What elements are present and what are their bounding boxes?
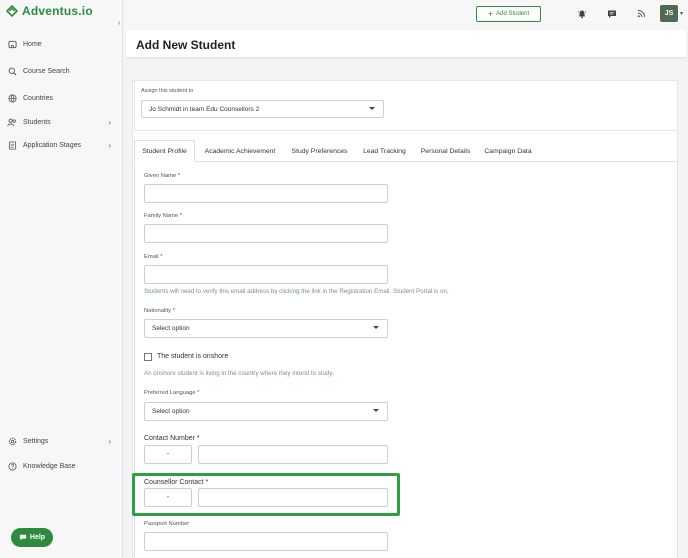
caret-down-icon: [369, 107, 375, 110]
question-icon: [7, 461, 17, 471]
chevron-right-icon: ›: [108, 117, 111, 127]
assign-label: Assign this student to: [141, 88, 194, 94]
chevron-down-icon[interactable]: ▾: [680, 10, 683, 17]
assign-value: Jo Schmidt in team Edu Counsellors 2: [149, 105, 260, 113]
document-icon: [7, 140, 17, 150]
tab-study-preferences[interactable]: Study Preferences: [287, 140, 352, 162]
sidebar-item-knowledge-base[interactable]: Knowledge Base: [7, 460, 111, 472]
contact-number-input[interactable]: [198, 445, 388, 464]
language-value: Select option: [152, 408, 190, 415]
sidebar-item-settings[interactable]: Settings ›: [7, 435, 111, 447]
sidebar-item-label: Settings: [23, 437, 49, 445]
notifications-bell-icon[interactable]: [576, 8, 587, 19]
tab-campaign-data[interactable]: Campaign Data: [480, 140, 536, 162]
sidebar-item-label: Home: [23, 40, 42, 48]
onshore-label: The student is onshore: [157, 353, 229, 360]
given-name-label: Given Name *: [144, 173, 181, 179]
passport-input[interactable]: [144, 532, 388, 551]
sidebar-item-countries[interactable]: Countries: [7, 92, 111, 104]
family-name-input[interactable]: [144, 224, 388, 243]
tab-academic-achievement[interactable]: Academic Achievement: [198, 140, 282, 162]
collapse-sidebar-icon[interactable]: ‹: [118, 20, 120, 27]
email-label: Email *: [144, 254, 163, 260]
tab-lead-tracking[interactable]: Lead Tracking: [358, 140, 411, 162]
sidebar-item-home[interactable]: Home: [7, 38, 111, 50]
caret-down-icon: [373, 326, 379, 329]
plus-icon: +: [487, 8, 494, 19]
users-icon: [7, 117, 17, 127]
language-label: Preferred Language *: [144, 390, 200, 396]
sidebar-item-course-search[interactable]: Course Search: [7, 65, 111, 77]
highlight-box: [132, 473, 400, 516]
user-avatar[interactable]: JS: [660, 5, 678, 22]
email-input[interactable]: [144, 265, 388, 284]
sidebar-item-label: Course Search: [23, 67, 70, 75]
tab-personal-details[interactable]: Personal Details: [417, 140, 474, 162]
tab-student-profile[interactable]: Student Profile: [134, 140, 195, 162]
contact-country-code[interactable]: -: [144, 445, 192, 464]
app-logo[interactable]: Adventus.io: [6, 4, 93, 18]
search-icon: [7, 66, 17, 76]
nationality-label: Nationality *: [144, 308, 175, 314]
sidebar-item-label: Application Stages: [23, 141, 81, 149]
family-name-label: Family Name *: [144, 213, 183, 219]
add-student-label: Add Student: [496, 11, 530, 17]
onshore-hint: An onshore student is living in the coun…: [144, 370, 334, 377]
nationality-select[interactable]: Select option: [144, 319, 388, 338]
globe-icon: [7, 93, 17, 103]
help-button[interactable]: Help: [11, 528, 53, 547]
nationality-value: Select option: [152, 325, 190, 332]
page-header: Add New Student: [126, 30, 686, 58]
sidebar-item-students[interactable]: Students ›: [7, 116, 111, 128]
chevron-right-icon: ›: [108, 140, 111, 150]
sidebar-item-label: Students: [23, 118, 51, 126]
chevron-right-icon: ›: [108, 436, 111, 446]
sidebar-item-application-stages[interactable]: Application Stages ›: [7, 139, 111, 151]
chat-icon: [19, 534, 27, 541]
email-hint: Students will need to verify this email …: [144, 288, 449, 295]
top-bar: + Add Student JS ▾: [124, 0, 688, 30]
sidebar: Adventus.io ‹ Home Course Search Countri…: [0, 0, 123, 558]
sidebar-item-label: Knowledge Base: [23, 462, 76, 470]
logo-icon: [6, 5, 18, 17]
home-icon: [7, 39, 17, 49]
page-title: Add New Student: [136, 38, 236, 52]
messages-icon[interactable]: [606, 8, 617, 19]
help-label: Help: [29, 534, 46, 541]
caret-down-icon: [373, 409, 379, 412]
onshore-checkbox[interactable]: [144, 353, 152, 361]
rss-feed-icon[interactable]: [636, 8, 647, 19]
sidebar-item-label: Countries: [23, 94, 53, 102]
app-name: Adventus.io: [22, 4, 93, 18]
add-student-button[interactable]: + Add Student: [476, 6, 541, 22]
gear-icon: [7, 436, 17, 446]
contact-number-label: Contact Number *: [144, 435, 200, 442]
passport-label: Passport Number: [144, 521, 190, 527]
language-select[interactable]: Select option: [144, 402, 388, 421]
assign-select[interactable]: Jo Schmidt in team Edu Counsellors 2: [141, 100, 384, 118]
given-name-input[interactable]: [144, 184, 388, 203]
